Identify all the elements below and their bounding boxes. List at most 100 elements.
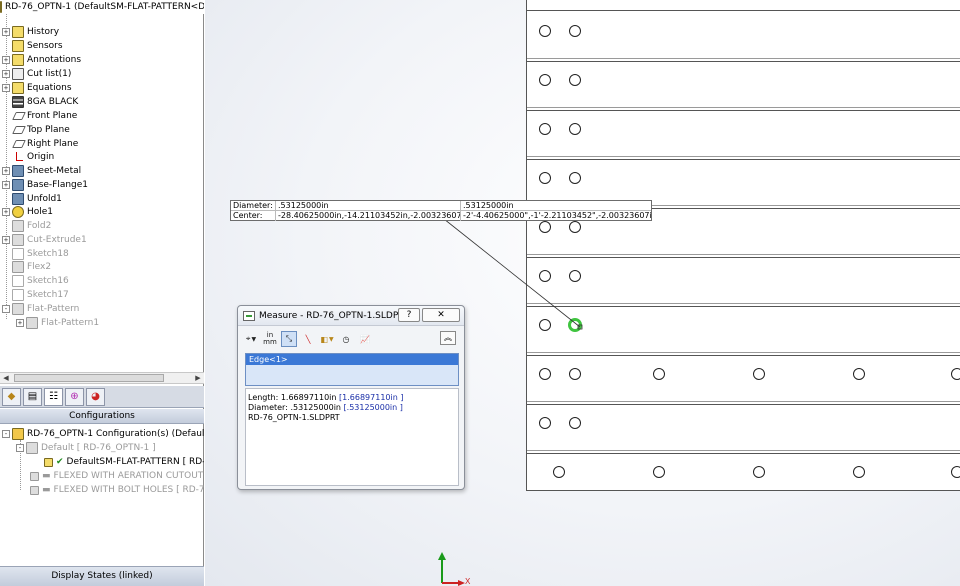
tree-item-cut-extrude[interactable]: + Cut-Extrude1 (2, 233, 87, 247)
tree-root[interactable]: RD-76_OPTN-1 (DefaultSM-FLAT-PATTERN<D (0, 0, 204, 14)
unfold-icon (12, 193, 24, 205)
expand-icon[interactable]: + (2, 84, 10, 92)
tree-item-sensors[interactable]: Sensors (2, 39, 63, 53)
create-sensor-icon[interactable]: 📈 (357, 331, 373, 347)
tree-item-cut-list[interactable]: + Cut list(1) (2, 67, 71, 81)
hole[interactable] (753, 368, 765, 380)
config-item-aeration-cutout[interactable]: ▬ FLEXED WITH AERATION CUTOUT [ (30, 469, 204, 483)
collapse-icon[interactable]: - (16, 444, 24, 452)
hole[interactable] (553, 466, 565, 478)
flat-pattern-part[interactable] (526, 0, 960, 491)
arc-circle-measure-icon[interactable]: ⌖ ▼ (243, 331, 259, 347)
selection-list[interactable]: Edge<1> (245, 353, 459, 386)
config-item-flat-pattern-active[interactable]: ✔ DefaultSM-FLAT-PATTERN [ RD- (44, 455, 204, 469)
tree-item-base-flange[interactable]: + Base-Flange1 (2, 178, 88, 192)
x-axis-arrow-icon (458, 580, 465, 586)
hole[interactable] (853, 466, 865, 478)
projection-icon[interactable]: ◧ ▼ (319, 331, 335, 347)
config-root[interactable]: - RD-76_OPTN-1 Configuration(s) (Default… (2, 427, 204, 441)
tree-item-annotations[interactable]: + Annotations (2, 53, 81, 67)
tree-item-equations[interactable]: + Equations (2, 81, 72, 95)
hole[interactable] (539, 221, 551, 233)
feature-manager-tab-icon[interactable]: ◆ (2, 387, 21, 406)
tree-item-hole[interactable]: + Hole1 (2, 205, 53, 219)
callout-center-value: -28.40625000in,-14.21103452in,-2.0032360… (278, 211, 461, 221)
display-manager-tab-icon[interactable]: ◕ (86, 387, 105, 406)
expand-icon[interactable]: + (2, 236, 10, 244)
hole[interactable] (539, 368, 551, 380)
measurement-history-icon[interactable]: ◷ (338, 331, 354, 347)
hole[interactable] (951, 466, 960, 478)
scroll-thumb[interactable] (14, 374, 164, 382)
hole[interactable] (569, 172, 581, 184)
graphics-viewport[interactable]: X (205, 0, 960, 586)
tree-item-right-plane[interactable]: Right Plane (2, 137, 78, 151)
collapse-icon[interactable]: - (2, 305, 10, 313)
display-states-header[interactable]: Display States (linked) (0, 566, 204, 586)
point-to-point-icon[interactable]: ╲ (300, 331, 316, 347)
tree-item-top-plane[interactable]: Top Plane (2, 123, 70, 137)
units-precision-button[interactable]: in mm (262, 331, 278, 347)
hole[interactable] (569, 25, 581, 37)
hole[interactable] (569, 123, 581, 135)
hole[interactable] (539, 319, 551, 331)
collapse-results-button[interactable]: ︽ (440, 331, 456, 345)
expand-icon[interactable]: + (2, 28, 10, 36)
scroll-left-arrow-icon[interactable]: ◀ (0, 373, 12, 383)
dimxpert-tab-icon[interactable]: ⊕ (65, 387, 84, 406)
expand-icon[interactable]: + (2, 208, 10, 216)
close-button[interactable]: ✕ (422, 308, 460, 322)
tree-item-fold[interactable]: Fold2 (2, 219, 51, 233)
tree-item-sketch16[interactable]: Sketch16 (2, 274, 69, 288)
tree-item-origin[interactable]: Origin (2, 150, 54, 164)
hole[interactable] (569, 270, 581, 282)
tree-item-sketch18[interactable]: Sketch18 (2, 247, 69, 261)
tree-item-front-plane[interactable]: Front Plane (2, 109, 77, 123)
hole[interactable] (539, 74, 551, 86)
tree-item-sketch17[interactable]: Sketch17 (2, 288, 69, 302)
configuration-manager-tab-icon[interactable]: ☷ (44, 387, 63, 406)
hole[interactable] (539, 417, 551, 429)
hole[interactable] (569, 74, 581, 86)
configurations-header: Configurations (0, 409, 204, 424)
tree-horizontal-scrollbar[interactable]: ◀ ▶ (0, 372, 204, 384)
tree-item-material[interactable]: 8GA BLACK (2, 95, 78, 109)
hole[interactable] (569, 221, 581, 233)
expand-icon[interactable]: + (2, 167, 10, 175)
xyz-measure-icon[interactable]: ⤡ (281, 331, 297, 347)
help-button[interactable]: ? (398, 308, 420, 322)
tree-item-flat-pattern1[interactable]: + Flat-Pattern1 (16, 316, 99, 330)
measure-dialog[interactable]: Measure - RD-76_OPTN-1.SLDPRT ? ✕ ⌖ ▼ in … (237, 305, 465, 490)
hole[interactable] (653, 466, 665, 478)
expand-icon[interactable]: + (2, 181, 10, 189)
tree-item-history[interactable]: + History (2, 25, 59, 39)
scroll-right-arrow-icon[interactable]: ▶ (192, 373, 204, 383)
hole[interactable] (539, 172, 551, 184)
hole[interactable] (753, 466, 765, 478)
property-manager-tab-icon[interactable]: ▤ (23, 387, 42, 406)
sketch-icon (12, 248, 24, 260)
hole[interactable] (653, 368, 665, 380)
hole[interactable] (539, 25, 551, 37)
hole[interactable] (539, 123, 551, 135)
result-filename: RD-76_OPTN-1.SLDPRT (248, 413, 340, 422)
tree-item-flex2[interactable]: Flex2 (2, 260, 51, 274)
hole[interactable] (853, 368, 865, 380)
tree-item-sheet-metal[interactable]: + Sheet-Metal (2, 164, 81, 178)
tree-item-flat-pattern[interactable]: - Flat-Pattern (2, 302, 79, 316)
hole[interactable] (569, 417, 581, 429)
config-item-bolt-holes[interactable]: ▬ FLEXED WITH BOLT HOLES [ RD-76_ (30, 483, 204, 497)
hole[interactable] (569, 368, 581, 380)
selected-entity[interactable]: Edge<1> (246, 354, 458, 365)
expand-icon[interactable]: + (2, 70, 10, 78)
config-item-default[interactable]: - Default [ RD-76_OPTN-1 ] (16, 441, 156, 455)
hole[interactable] (951, 368, 960, 380)
tree-item-unfold[interactable]: Unfold1 (2, 192, 62, 206)
expand-icon[interactable]: + (16, 319, 24, 327)
selected-hole-edge[interactable] (568, 318, 582, 332)
tree-item-label: Sheet-Metal (27, 166, 82, 176)
collapse-icon[interactable]: - (2, 430, 10, 438)
expand-icon[interactable]: + (2, 56, 10, 64)
hole[interactable] (539, 270, 551, 282)
